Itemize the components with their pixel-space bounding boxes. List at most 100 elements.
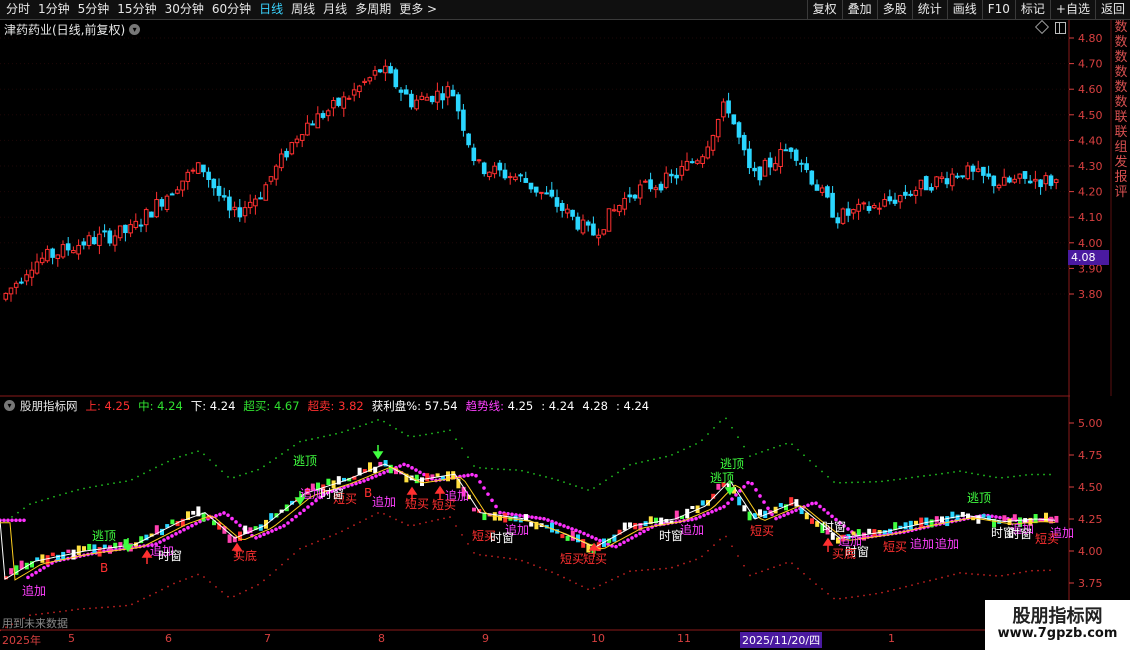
upper-band-dot — [437, 431, 439, 434]
lower-band-dot — [431, 520, 433, 522]
upper-band-dot — [203, 453, 205, 456]
candle-body — [362, 80, 367, 83]
upper-band-dot — [629, 464, 631, 466]
lower-band-dot — [1013, 572, 1015, 575]
candle-body — [767, 157, 773, 168]
signal-label: 追加 — [680, 522, 704, 537]
lower-band-dot — [641, 569, 643, 572]
candle-body — [965, 165, 971, 180]
lower-band-dot — [515, 558, 517, 561]
side-strip-char[interactable]: 数 — [1112, 50, 1130, 65]
lower-band-dot — [353, 524, 355, 527]
signal-label: 短买 — [1035, 532, 1059, 546]
trend-line-dot — [174, 532, 178, 536]
upper-band-dot — [173, 457, 175, 460]
indicator-value-label: 上: — [85, 398, 101, 413]
candle-body — [159, 199, 165, 207]
upper-band-dot — [1013, 475, 1015, 478]
chart-canvas[interactable]: 4.804.704.604.504.404.304.204.104.003.90… — [0, 0, 1130, 650]
candle-body — [762, 159, 768, 177]
lower-band-dot — [419, 522, 421, 525]
trend-line-dot — [754, 488, 758, 492]
candle-body — [263, 184, 269, 201]
lower-band-dot — [635, 569, 637, 572]
side-strip-char[interactable]: 报 — [1112, 170, 1130, 185]
upper-band-dot — [665, 455, 667, 458]
indicator-value: 超卖: 3.82 — [308, 398, 364, 414]
indicator-bar — [622, 522, 627, 531]
indicator-bar — [92, 544, 97, 554]
upper-band-dot — [251, 470, 253, 473]
upper-band-dot — [659, 457, 661, 459]
upper-band-dot — [773, 446, 775, 449]
upper-band-dot — [137, 475, 139, 478]
chevron-down-icon[interactable]: ▾ — [129, 23, 141, 35]
side-strip-char[interactable]: 联 — [1112, 125, 1130, 140]
upper-band-dot — [239, 474, 241, 477]
signal-label: 时窗 — [822, 520, 846, 534]
lower-band-dot — [533, 564, 535, 567]
side-strip-char[interactable]: 数 — [1112, 65, 1130, 80]
indicator-bar — [9, 568, 14, 575]
signal-label: 短买 — [750, 524, 774, 538]
indicator-name[interactable]: 股朋指标网 — [20, 398, 78, 414]
candle-body — [471, 147, 477, 162]
indicator-bar — [810, 518, 814, 524]
lower-band-dot — [605, 581, 607, 584]
panel-toggle-icon[interactable] — [1055, 22, 1066, 34]
indicator-value: 4.28 — [582, 399, 608, 413]
candle-body — [861, 202, 867, 205]
side-strip-char[interactable]: 组 — [1112, 140, 1130, 155]
candle-body — [216, 185, 222, 196]
upper-band-dot — [971, 472, 973, 475]
price-axis-label: 4.00 — [1078, 237, 1103, 250]
indicator-axis-label: 5.00 — [1078, 417, 1103, 430]
arrow-up-icon — [822, 537, 834, 552]
upper-band-dot — [749, 455, 751, 458]
lower-band-dot — [83, 607, 85, 610]
side-strip-char[interactable]: 发 — [1112, 155, 1130, 170]
trend-line-dot — [634, 533, 638, 538]
lower-band-dot — [893, 588, 895, 591]
candle-body — [601, 229, 607, 235]
indicator-bar — [560, 534, 565, 539]
side-strip-char[interactable]: 数 — [1112, 20, 1130, 35]
candle-body — [331, 99, 336, 109]
upper-band-dot — [41, 499, 43, 502]
price-axis-label: 4.70 — [1078, 58, 1103, 71]
upper-band-dot — [935, 473, 937, 476]
candle-body — [596, 234, 601, 239]
candle-body — [424, 96, 430, 101]
candle-body — [154, 199, 159, 218]
candle-body — [804, 163, 809, 171]
side-strip-char[interactable]: 数 — [1112, 80, 1130, 95]
lower-band-dot — [791, 562, 793, 565]
candle-body — [700, 156, 705, 164]
candle-body — [294, 138, 300, 144]
candle-body — [809, 170, 815, 185]
trend-line-dot — [398, 464, 402, 468]
side-strip-char[interactable]: 数 — [1112, 35, 1130, 50]
side-strip-char[interactable]: 联 — [1112, 110, 1130, 125]
side-strip-char[interactable]: 评 — [1112, 185, 1130, 200]
lower-band-dot — [131, 603, 133, 606]
upper-band-dot — [563, 481, 565, 484]
date-axis-label: 7 — [264, 632, 271, 645]
right-side-strip[interactable]: 数数数数数数联联组发报评 — [1112, 20, 1130, 400]
lower-band-dot — [659, 568, 661, 570]
upper-band-dot — [995, 476, 997, 479]
candle-body — [871, 204, 877, 209]
trend-line-dot — [170, 534, 174, 538]
candle-body — [887, 196, 893, 202]
candle-body — [825, 186, 830, 198]
trend-line-dot — [494, 504, 498, 509]
main-chart-header: 津药药业(日线,前复权) ▾ — [4, 21, 141, 37]
upper-band-dot — [449, 429, 451, 432]
trend-line-dot — [18, 518, 22, 523]
side-strip-char[interactable]: 数 — [1112, 95, 1130, 110]
candle-body — [440, 93, 445, 101]
lower-band-dot — [443, 517, 445, 520]
trend-line-dot — [6, 518, 10, 523]
candle-body — [981, 166, 986, 176]
chevron-down-icon[interactable]: ▾ — [4, 400, 15, 411]
